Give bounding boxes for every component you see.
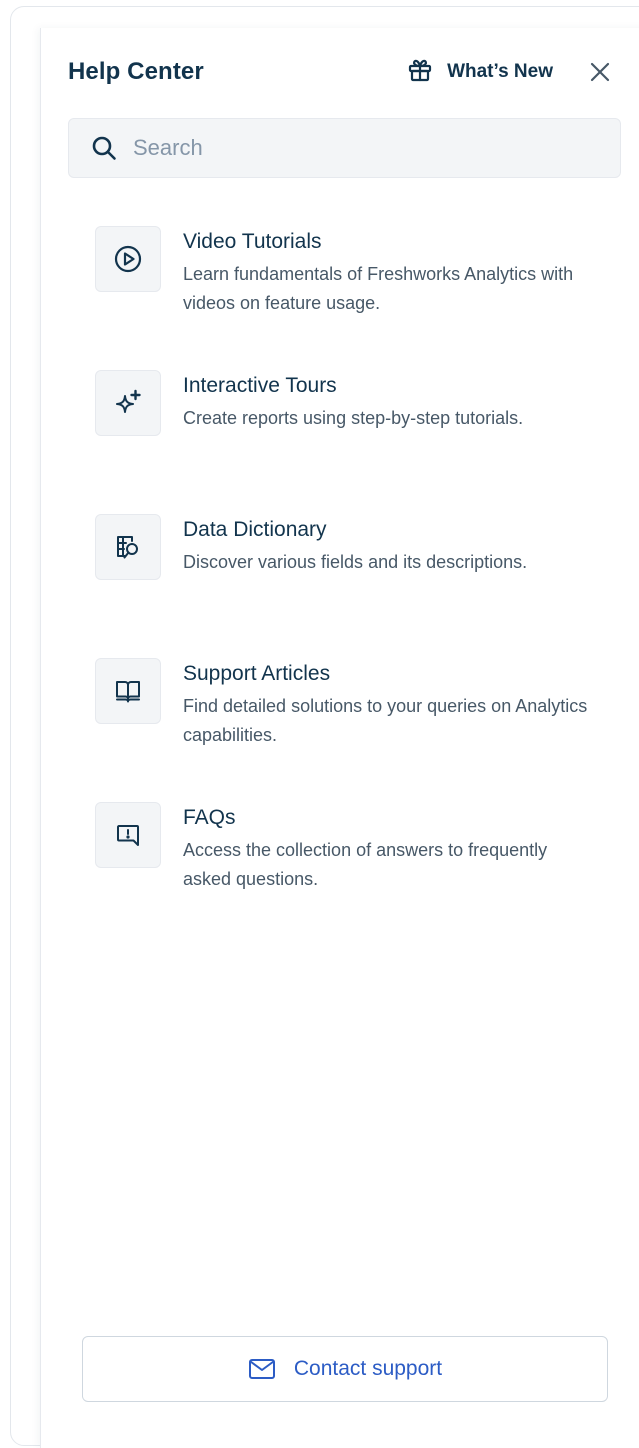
item-description: Find detailed solutions to your queries …	[183, 696, 588, 745]
search-box[interactable]	[68, 118, 621, 178]
item-description: Access the collection of answers to freq…	[183, 840, 548, 889]
item-description: Create reports using step-by-step tutori…	[183, 408, 524, 428]
item-title: Video Tutorials	[183, 230, 322, 253]
close-button[interactable]	[587, 59, 613, 85]
mail-icon	[248, 1359, 275, 1379]
table-search-icon	[95, 514, 161, 580]
list-item-video-tutorials[interactable]: Video Tutorials Learn fundamentals of Fr…	[95, 226, 595, 370]
chat-alert-icon	[95, 802, 161, 868]
contact-support-button[interactable]: Contact support	[82, 1336, 608, 1402]
whats-new-button[interactable]: What’s New	[407, 57, 553, 88]
item-description: Learn fundamentals of Freshworks Analyti…	[183, 264, 574, 313]
list-item-data-dictionary[interactable]: Data Dictionary Discover various fields …	[95, 514, 595, 658]
item-title: Data Dictionary	[183, 518, 327, 541]
help-options-list: Video Tutorials Learn fundamentals of Fr…	[95, 226, 595, 946]
sparkle-icon	[95, 370, 161, 436]
list-item-interactive-tours[interactable]: Interactive Tours Create reports using s…	[95, 370, 595, 514]
gift-icon	[407, 57, 433, 88]
list-item-faqs[interactable]: FAQs Access the collection of answers to…	[95, 802, 595, 946]
search-icon	[92, 136, 116, 160]
list-item-support-articles[interactable]: Support Articles Find detailed solutions…	[95, 658, 595, 802]
whats-new-label: What’s New	[447, 61, 553, 82]
item-title: Interactive Tours	[183, 374, 337, 397]
item-title: FAQs	[183, 806, 236, 829]
contact-support-label: Contact support	[293, 1357, 443, 1380]
search-input[interactable]	[131, 134, 595, 162]
item-title: Support Articles	[183, 662, 331, 685]
help-center-header: Help Center What’s New	[68, 48, 613, 96]
item-description: Discover various fields and its descript…	[183, 552, 528, 572]
play-circle-icon	[95, 226, 161, 292]
open-book-icon	[95, 658, 161, 724]
page-title: Help Center	[68, 58, 204, 85]
close-icon	[590, 62, 610, 82]
